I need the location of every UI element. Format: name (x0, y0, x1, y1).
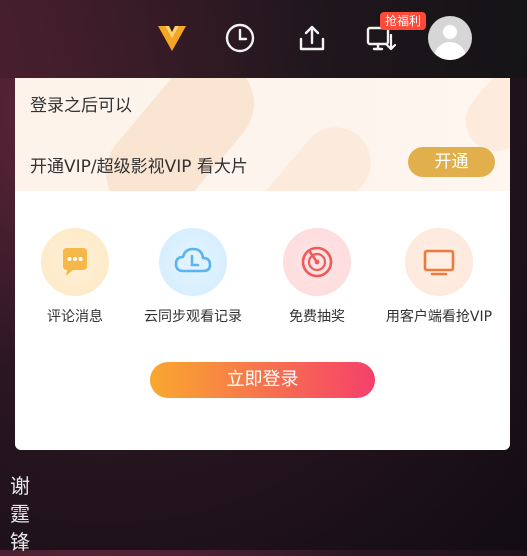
upload-icon[interactable] (292, 18, 332, 58)
avatar-head-shape (443, 25, 457, 39)
tv-icon (405, 228, 473, 296)
avatar-body-shape (434, 42, 466, 60)
feature-cloud-sync[interactable]: 云同步观看记录 (128, 228, 258, 326)
background-char: 锋 (10, 530, 30, 554)
feature-list: 评论消息 云同步观看记录 免费抽奖 用客户端看抢VIP (15, 228, 510, 338)
lottery-icon (283, 228, 351, 296)
background-char: 霆 (10, 502, 30, 526)
decor-shape (234, 113, 386, 191)
feature-free-lottery[interactable]: 免费抽奖 (252, 228, 382, 326)
popup-header: 登录之后可以 开通VIP/超级影视VIP 看大片 开通 (15, 78, 510, 191)
promo-badge[interactable]: 抢福利 (380, 12, 427, 30)
open-vip-button[interactable]: 开通 (408, 147, 495, 177)
feature-label: 免费抽奖 (289, 309, 345, 325)
feature-label: 云同步观看记录 (144, 309, 242, 325)
feature-comment-messages[interactable]: 评论消息 (15, 228, 140, 326)
clock-icon[interactable] (220, 18, 260, 58)
login-hint-text: 登录之后可以 (30, 96, 132, 116)
top-toolbar: 抢福利 (0, 0, 527, 78)
login-now-button[interactable]: 立即登录 (150, 362, 375, 398)
background-char: 谢 (10, 474, 30, 498)
feature-label: 评论消息 (47, 309, 103, 325)
background-vertical-text: 谢 霆 锋 (8, 472, 32, 556)
feature-label: 用客户端看抢VIP (385, 309, 493, 325)
cloud-sync-icon (159, 228, 227, 296)
login-popup: 登录之后可以 开通VIP/超级影视VIP 看大片 开通 评论消息 云同步观看记录… (15, 78, 510, 450)
comment-icon (41, 228, 109, 296)
avatar[interactable] (428, 16, 472, 60)
vip-promo-text: 开通VIP/超级影视VIP 看大片 (30, 157, 248, 177)
vip-logo-icon[interactable] (152, 18, 192, 58)
feature-client-vip[interactable]: 用客户端看抢VIP (374, 228, 504, 326)
